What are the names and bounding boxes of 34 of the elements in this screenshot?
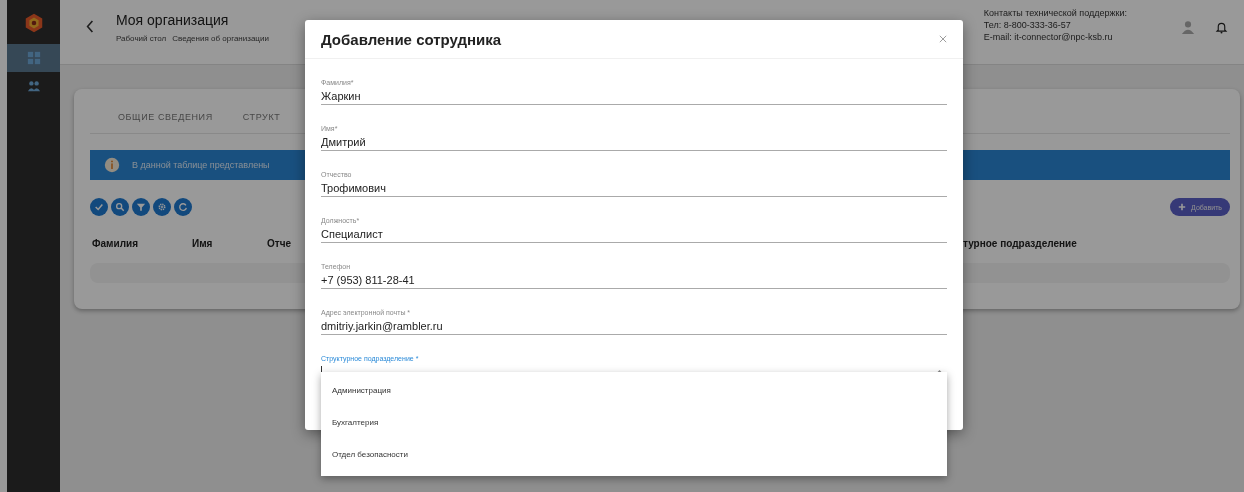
column-header: турное подразделение [962,238,1078,249]
search-button[interactable] [111,198,129,216]
dropdown-option[interactable]: Администрация [321,374,947,406]
filter-button[interactable] [132,198,150,216]
support-title: Контакты технической поддержки: [983,7,1127,19]
people-icon [26,79,41,93]
close-icon[interactable] [939,35,947,43]
search-icon [115,202,125,212]
check-icon [94,202,104,212]
info-text: В данной таблице представлены [132,160,270,170]
info-icon [104,157,120,173]
caret-icon[interactable] [936,369,943,374]
breadcrumb-link[interactable]: Сведения об организации [172,33,269,43]
dropdown-option[interactable]: Отдел безопасности [321,438,947,470]
plus-icon [1178,203,1187,211]
page-title: Моя организация [116,11,230,28]
gear-button[interactable] [153,198,171,216]
refresh-button[interactable] [174,198,192,216]
filter-icon [136,202,146,212]
bell-icon[interactable] [1215,20,1228,34]
breadcrumb-link[interactable]: Рабочий стол [116,33,167,43]
dialog-title: Добавление сотрудника [321,30,502,48]
support-phone: Тел: 8-800-333-36-57 [983,19,1072,31]
back-icon[interactable] [86,19,94,33]
column-header: Фамилия [91,238,139,249]
gear-icon [157,202,167,212]
user-icon[interactable] [1181,20,1195,34]
check-button[interactable] [90,198,108,216]
dropdown-option[interactable]: Бухгалтерия [321,406,947,438]
column-header: Отче [266,238,292,249]
refresh-icon [178,202,188,212]
grid-icon [26,51,41,65]
support-email: E-mail: it-connector@npc-ksb.ru [983,31,1114,43]
column-header: Имя [191,238,214,249]
